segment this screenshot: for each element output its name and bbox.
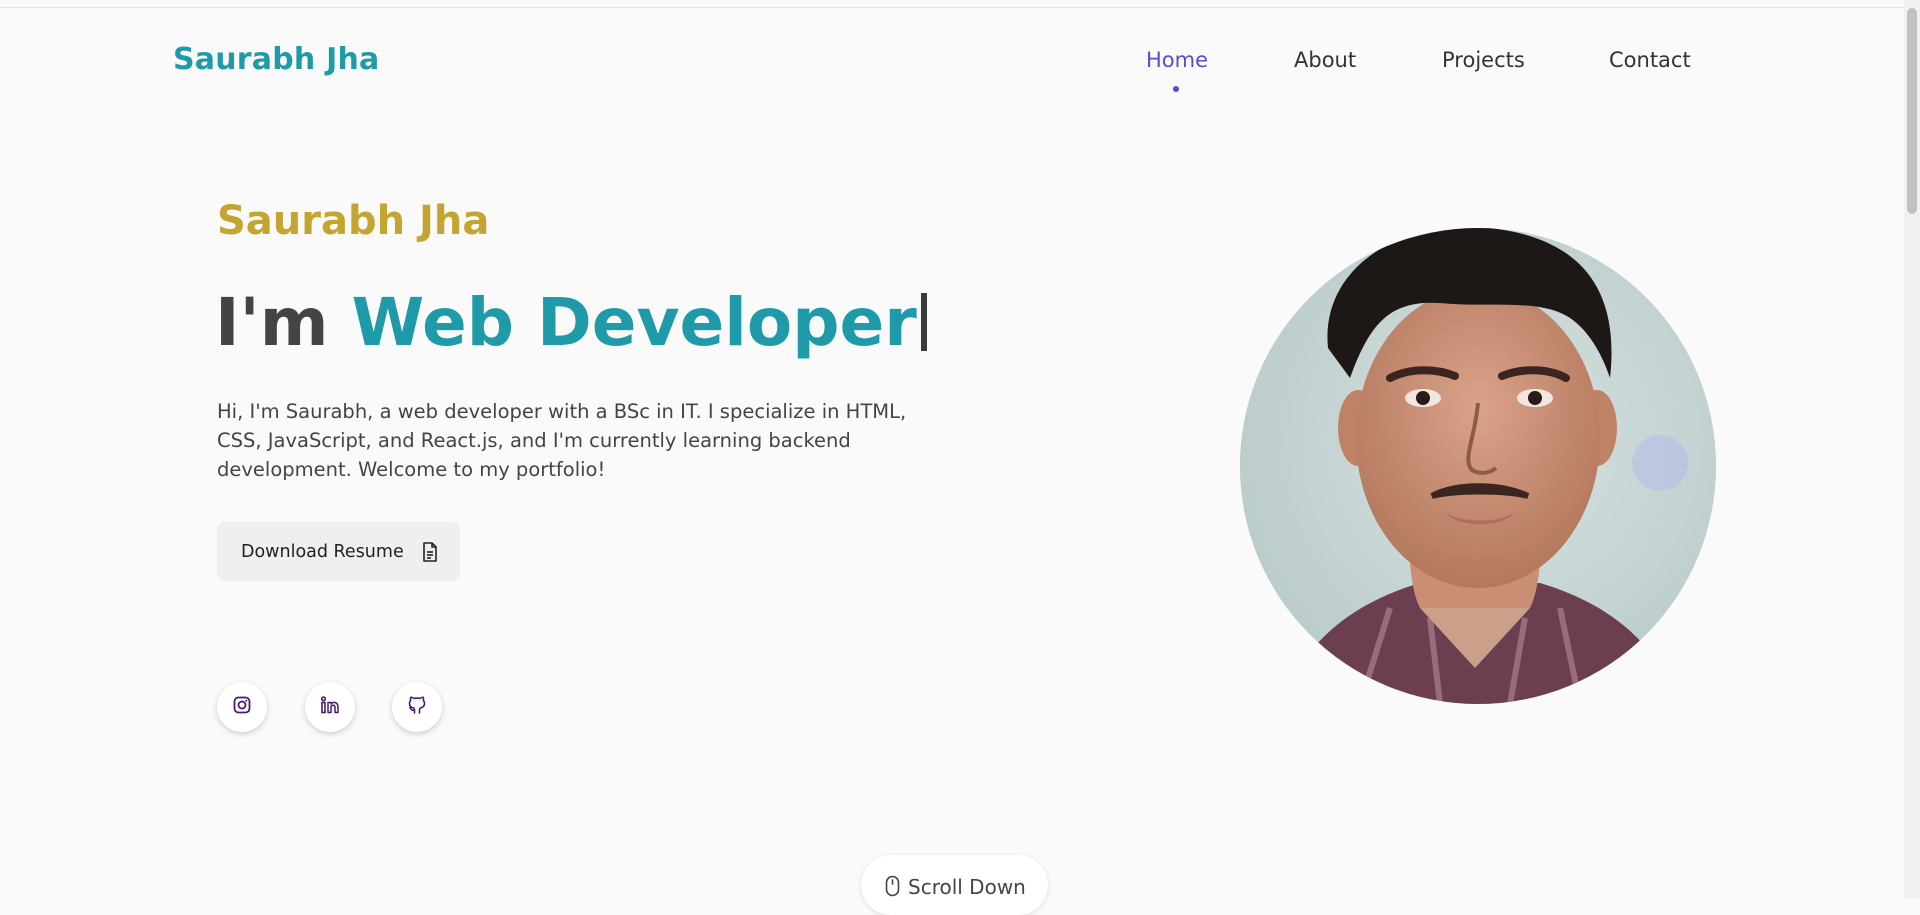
hero-title: I'm Web Developer bbox=[215, 284, 927, 361]
scroll-down-label: Scroll Down bbox=[908, 875, 1026, 899]
nav-about[interactable]: About bbox=[1294, 48, 1356, 72]
page-scrollbar[interactable] bbox=[1904, 0, 1920, 898]
scroll-down-button[interactable]: Scroll Down bbox=[861, 855, 1048, 915]
profile-photo bbox=[1240, 228, 1716, 704]
instagram-icon bbox=[233, 696, 251, 718]
mouse-icon bbox=[885, 875, 900, 901]
hero-description: Hi, I'm Saurabh, a web developer with a … bbox=[217, 400, 907, 481]
document-icon bbox=[422, 541, 438, 562]
download-resume-label: Download Resume bbox=[241, 541, 404, 562]
hero-title-role: Web Developer bbox=[351, 284, 917, 361]
download-resume-button[interactable]: Download Resume bbox=[217, 522, 460, 581]
github-icon bbox=[408, 695, 426, 719]
nav-home[interactable]: Home bbox=[1146, 48, 1208, 72]
nav-projects[interactable]: Projects bbox=[1442, 48, 1525, 72]
linkedin-link[interactable] bbox=[305, 682, 355, 732]
nav-contact[interactable]: Contact bbox=[1609, 48, 1691, 72]
page: Saurabh Jha Home About Projects Contact … bbox=[0, 0, 1904, 915]
hero-name: Saurabh Jha bbox=[217, 198, 490, 244]
instagram-link[interactable] bbox=[217, 682, 267, 732]
hero-title-prefix: I'm bbox=[215, 284, 329, 361]
main-nav: Home About Projects Contact bbox=[0, 48, 1904, 98]
github-link[interactable] bbox=[392, 682, 442, 732]
active-nav-indicator bbox=[1173, 86, 1179, 92]
linkedin-icon bbox=[320, 696, 340, 718]
scrollbar-thumb[interactable] bbox=[1907, 8, 1917, 214]
typing-cursor bbox=[920, 293, 927, 351]
